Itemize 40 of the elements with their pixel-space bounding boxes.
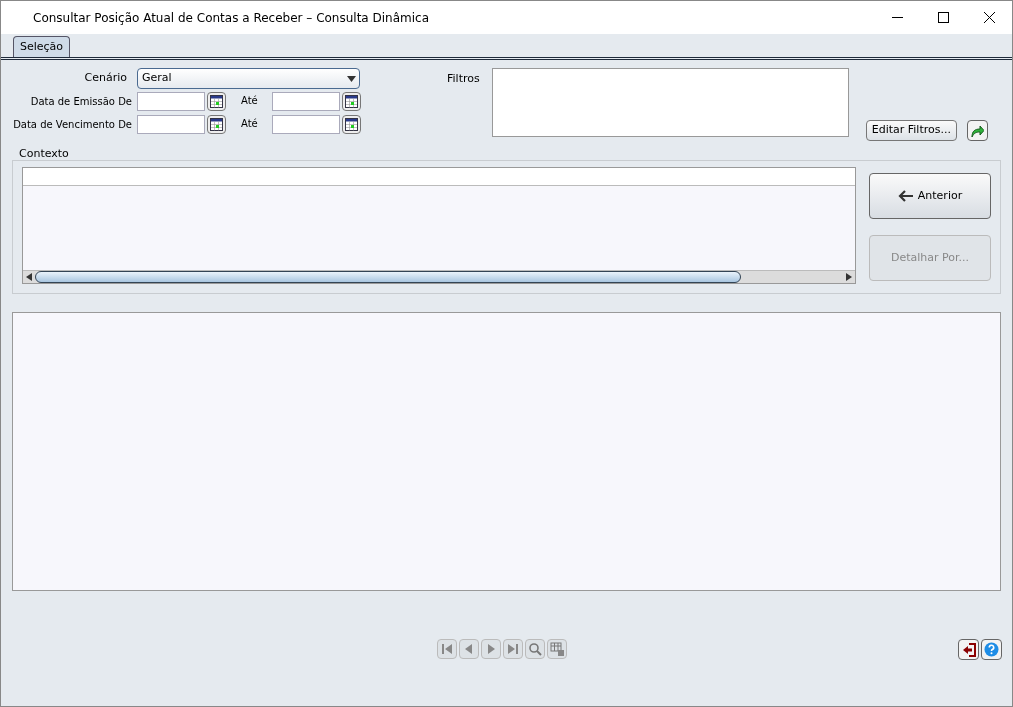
help-icon — [984, 642, 999, 657]
maximize-icon[interactable] — [937, 12, 949, 23]
scrollbar-thumb[interactable] — [35, 271, 741, 283]
exit-icon — [961, 642, 976, 657]
redo-arrow-icon — [970, 123, 985, 138]
field-label: Data de Vencimento De — [13, 119, 132, 130]
field-label: Data de Emissão De — [30, 96, 132, 107]
calendar-button[interactable] — [342, 115, 361, 134]
exit-button[interactable] — [958, 639, 979, 660]
field-label: Filtros — [447, 71, 480, 87]
calendar-icon — [345, 95, 358, 108]
caret-icon — [347, 75, 356, 82]
date-field[interactable] — [137, 92, 205, 111]
field-label: Cenário — [84, 71, 127, 85]
edit-filters-button[interactable]: Editar Filtros... — [865, 120, 957, 141]
help-button[interactable] — [981, 639, 1002, 660]
group-title: Contexto — [17, 147, 71, 160]
calendar-button[interactable] — [207, 92, 226, 111]
window-title: Consultar Posição Atual de Contas a Receber – Consulta Dinâmica — [33, 9, 431, 27]
calendar-button[interactable] — [342, 92, 361, 111]
date-field[interactable] — [272, 92, 340, 111]
previous-button[interactable]: Anterior — [869, 173, 991, 219]
calendar-button[interactable] — [207, 115, 226, 134]
redo-button[interactable] — [966, 120, 988, 141]
search-icon — [528, 641, 542, 656]
calendar-icon — [210, 95, 223, 108]
first-record-icon — [440, 641, 454, 656]
minimize-icon[interactable] — [891, 16, 903, 19]
date-field[interactable] — [272, 115, 340, 134]
date-field[interactable] — [137, 115, 205, 134]
grid-icon — [550, 641, 564, 656]
close-icon[interactable] — [983, 12, 995, 23]
field-label: Até — [241, 95, 258, 107]
scenario-dropdown[interactable]: Geral — [137, 68, 360, 89]
last-record-icon — [506, 641, 520, 656]
calendar-icon — [210, 118, 223, 131]
calendar-icon — [345, 118, 358, 131]
left-arrow-icon — [897, 190, 914, 202]
field-label: Até — [241, 118, 258, 130]
tab[interactable]: Seleção — [13, 35, 71, 57]
